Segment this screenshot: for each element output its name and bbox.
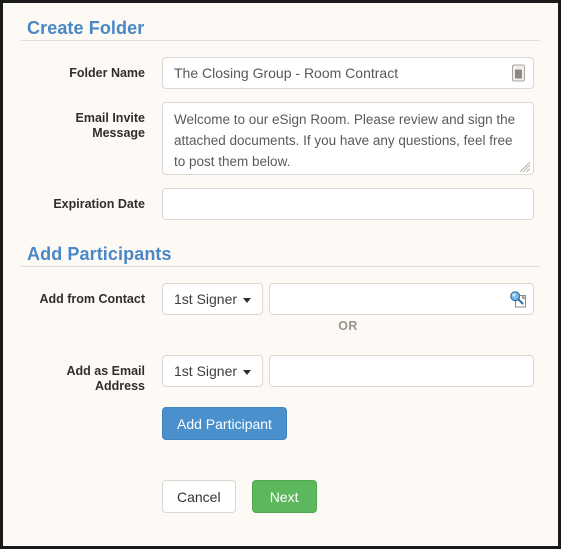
create-folder-divider — [21, 40, 540, 41]
add-participants-divider — [21, 266, 540, 267]
email-invite-message-label: Email Invite Message — [75, 111, 145, 140]
add-as-email-label: Add as Email Address — [66, 364, 146, 393]
email-role-value: 1st Signer — [174, 363, 238, 379]
folder-name-field-wrap: The Closing Group - Room Contract — [145, 57, 540, 89]
add-from-contact-field-wrap: 1st Signer OR — [145, 283, 540, 342]
or-divider-text: OR — [338, 319, 358, 333]
email-invite-message-field-wrap: Welcome to our eSign Room. Please review… — [145, 102, 540, 175]
password-manager-icon[interactable] — [512, 64, 525, 82]
expiration-date-field-wrap — [145, 188, 540, 220]
dialog-actions: Cancel Next — [21, 462, 540, 513]
create-folder-dialog: Create Folder Folder Name The Closing Gr… — [0, 0, 561, 549]
email-invite-message-value: Welcome to our eSign Room. Please review… — [174, 112, 516, 169]
add-from-contact-combo: 1st Signer — [162, 283, 534, 315]
contact-role-dropdown[interactable]: 1st Signer — [162, 283, 264, 315]
folder-name-label: Folder Name — [69, 66, 145, 80]
add-participants-heading: Add Participants — [27, 244, 172, 264]
folder-name-value: The Closing Group - Room Contract — [174, 65, 399, 81]
dialog-body: Create Folder Folder Name The Closing Gr… — [3, 3, 558, 546]
contact-role-value: 1st Signer — [174, 291, 238, 307]
email-invite-message-row: Email Invite Message Welcome to our eSig… — [21, 102, 540, 175]
expiration-date-input[interactable] — [162, 188, 534, 220]
contact-search-input[interactable] — [269, 283, 534, 315]
create-folder-heading: Create Folder — [27, 18, 145, 38]
folder-name-row: Folder Name The Closing Group - Room Con… — [21, 57, 540, 89]
chevron-down-icon — [243, 369, 252, 375]
add-participant-button[interactable]: Add Participant — [162, 407, 287, 440]
expiration-date-label: Expiration Date — [53, 197, 145, 211]
expiration-date-row: Expiration Date — [21, 188, 540, 220]
textarea-resize-handle-icon[interactable] — [519, 161, 531, 173]
chevron-down-icon — [243, 297, 252, 303]
search-contact-icon[interactable] — [509, 290, 527, 308]
add-from-contact-row: Add from Contact 1st Signer OR — [21, 283, 540, 342]
cancel-button[interactable]: Cancel — [162, 480, 236, 513]
next-button[interactable]: Next — [251, 480, 317, 513]
add-as-email-combo: 1st Signer — [162, 355, 534, 387]
add-as-email-row: Add as Email Address 1st Signer — [21, 355, 540, 394]
add-participant-row: Add Participant — [21, 407, 540, 440]
email-address-input[interactable] — [269, 355, 534, 387]
email-role-dropdown[interactable]: 1st Signer — [162, 355, 264, 387]
email-invite-message-textarea[interactable]: Welcome to our eSign Room. Please review… — [162, 102, 534, 175]
add-as-email-field-wrap: 1st Signer — [145, 355, 540, 387]
add-from-contact-label: Add from Contact — [39, 292, 145, 306]
folder-name-input[interactable]: The Closing Group - Room Contract — [162, 57, 534, 89]
